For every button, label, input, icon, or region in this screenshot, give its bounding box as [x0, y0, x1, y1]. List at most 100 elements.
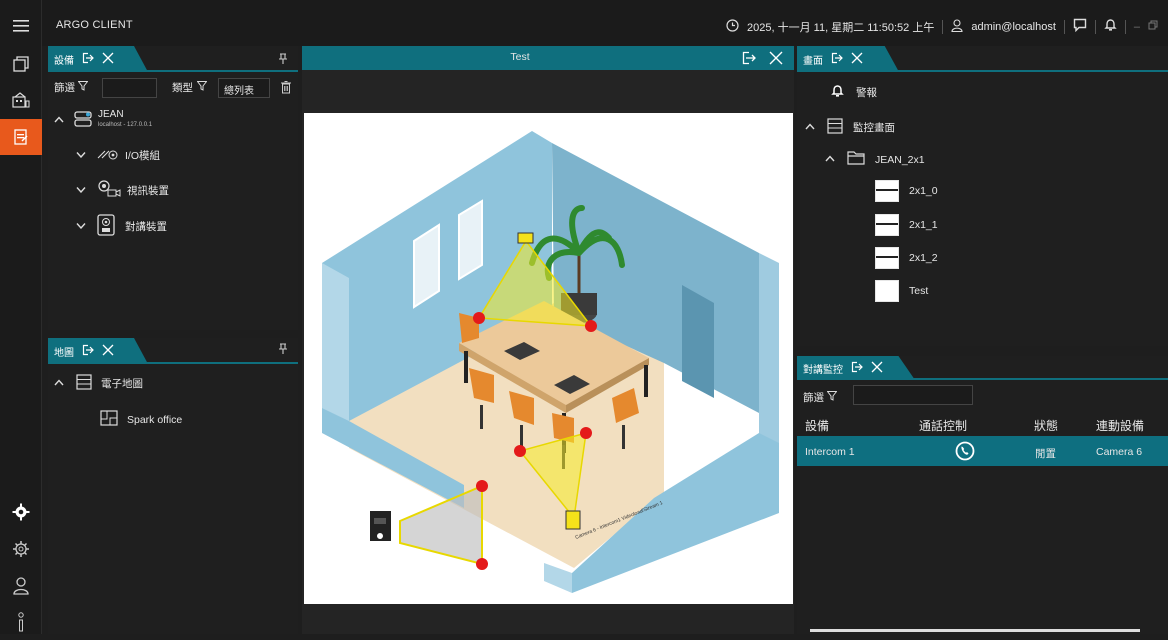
undock-icon[interactable] — [82, 344, 94, 359]
phone-call-icon[interactable] — [955, 441, 975, 466]
column-header[interactable]: 設備 — [805, 417, 829, 434]
undock-icon[interactable] — [851, 361, 863, 376]
filter-icon — [77, 81, 89, 94]
close-icon[interactable] — [871, 361, 883, 376]
floor-map-illustration: Camera 6 - Intercom1 Videoload/Stream 1 — [322, 131, 779, 593]
column-header[interactable]: 狀態 — [1034, 417, 1058, 434]
chevron-up-icon[interactable] — [52, 378, 66, 389]
cell-device: Intercom 1 — [805, 446, 855, 458]
screen-item[interactable]: 2x1_1 — [875, 214, 938, 236]
folder-icon — [847, 151, 865, 168]
chevron-up-icon[interactable] — [823, 154, 837, 165]
map-item[interactable]: Spark office — [100, 410, 182, 429]
pin-icon[interactable] — [278, 52, 288, 70]
camera-icon — [97, 180, 121, 201]
undock-icon[interactable] — [831, 52, 843, 67]
type-row: 類型 — [172, 80, 208, 95]
divider — [1094, 19, 1096, 34]
tab-intercom[interactable]: 對講監控 — [797, 356, 915, 380]
screen-item[interactable]: 2x1_0 — [875, 180, 938, 202]
chevron-up-icon[interactable] — [52, 115, 66, 126]
app-title: ARGO CLIENT — [56, 19, 133, 31]
close-icon[interactable] — [102, 344, 114, 359]
group-io[interactable]: I/O模組 — [74, 148, 160, 163]
chevron-up-icon[interactable] — [803, 122, 817, 133]
minimize-icon[interactable]: – — [1134, 21, 1140, 33]
tab-devices[interactable]: 設備 — [48, 46, 148, 72]
folder-label: JEAN_2x1 — [875, 153, 925, 166]
cell-status: 閒置 — [1035, 448, 1056, 460]
group-intercom[interactable]: 對講裝置 — [74, 214, 167, 239]
group-video-label: 視訊裝置 — [127, 185, 169, 197]
group-video[interactable]: 視訊裝置 — [74, 180, 169, 201]
settings-icon[interactable] — [0, 494, 42, 530]
server-item[interactable]: JEAN localhost - 127.0.0.1 — [52, 110, 152, 130]
hamburger-menu-icon[interactable] — [0, 8, 42, 44]
screen-item[interactable]: Test — [875, 280, 928, 302]
user-text[interactable]: admin@localhost — [971, 21, 1056, 33]
type-select[interactable]: 總列表 — [218, 78, 270, 98]
layout-2x1-icon — [875, 180, 899, 202]
filter-icon — [196, 81, 208, 94]
column-header[interactable]: 連動設備 — [1096, 417, 1144, 434]
datetime-text: 2025, 十一月 11, 星期二 11:50:52 上午 — [747, 21, 935, 34]
chevron-down-icon[interactable] — [74, 150, 88, 161]
chevron-down-icon[interactable] — [74, 221, 88, 232]
bell-icon[interactable] — [1104, 18, 1117, 35]
screen-item-label: 2x1_0 — [909, 185, 938, 197]
table-row[interactable]: Intercom 1 閒置 Camera 6 — [797, 436, 1168, 466]
gear-icon[interactable] — [0, 531, 42, 567]
filter-input[interactable] — [102, 78, 157, 98]
tab-map[interactable]: 地圖 — [48, 338, 148, 364]
list-icon — [827, 118, 843, 137]
trash-icon[interactable] — [281, 81, 291, 99]
close-icon[interactable] — [769, 51, 783, 70]
map-group[interactable]: 電子地圖 — [52, 374, 143, 393]
screen-item[interactable]: 2x1_2 — [875, 247, 938, 269]
alarm-item[interactable]: 警報 — [831, 84, 877, 101]
screen-group[interactable]: 監控畫面 — [803, 118, 895, 137]
intercom-icon — [97, 214, 115, 239]
cell-linked-device: Camera 6 — [1096, 446, 1143, 458]
window-icon[interactable] — [0, 46, 42, 82]
screen-panel: 畫面 警報 監控畫面 JEAN_2x1 2x1_0 2x1_1 2x1_2 Te… — [797, 46, 1168, 346]
chevron-down-icon[interactable] — [74, 185, 88, 196]
bell-icon — [831, 84, 844, 101]
intercom-panel: 對講監控 篩選 — [797, 356, 1168, 634]
close-icon[interactable] — [851, 52, 863, 67]
close-icon[interactable] — [102, 52, 114, 67]
status-area: 2025, 十一月 11, 星期二 11:50:52 上午 admin@loca… — [726, 18, 1158, 35]
map-group-label: 電子地圖 — [101, 378, 143, 390]
server-address: localhost - 127.0.0.1 — [98, 122, 153, 128]
filter-row: 篩選 — [54, 80, 89, 95]
device-panel: 設備 篩選 類型 總列表 JEAN localhost - 127.0.0.1 … — [48, 46, 298, 330]
io-module-icon — [97, 148, 119, 163]
user-icon[interactable] — [0, 568, 42, 604]
map-item-label: Spark office — [127, 413, 183, 426]
divider — [942, 19, 944, 34]
divider — [1124, 19, 1126, 34]
undock-icon[interactable] — [82, 52, 94, 67]
pin-icon[interactable] — [278, 342, 288, 360]
floorplan-icon — [100, 410, 118, 429]
horizontal-scrollbar[interactable] — [810, 629, 1140, 632]
info-icon[interactable] — [0, 604, 42, 640]
floor-map[interactable]: Camera 6 - Intercom1 Videoload/Stream 1 — [304, 113, 793, 604]
list-icon — [76, 374, 92, 393]
filter-input[interactable] — [853, 385, 973, 405]
viewer-tab[interactable]: Test — [302, 46, 794, 70]
left-rail — [0, 0, 42, 634]
undock-icon[interactable] — [742, 51, 756, 70]
chat-icon[interactable] — [1073, 18, 1087, 35]
server-name: JEAN — [98, 109, 124, 120]
column-header[interactable]: 通話控制 — [919, 417, 967, 434]
tab-screens-label: 畫面 — [803, 55, 823, 67]
folder-item[interactable]: JEAN_2x1 — [823, 151, 925, 168]
events-icon[interactable] — [0, 119, 42, 155]
alarm-label: 警報 — [856, 87, 877, 99]
devices-icon[interactable] — [0, 82, 42, 118]
layout-2x1-icon — [875, 247, 899, 269]
tab-screens[interactable]: 畫面 — [797, 46, 899, 72]
type-label: 類型 — [172, 82, 193, 94]
restore-icon[interactable] — [1148, 20, 1158, 33]
